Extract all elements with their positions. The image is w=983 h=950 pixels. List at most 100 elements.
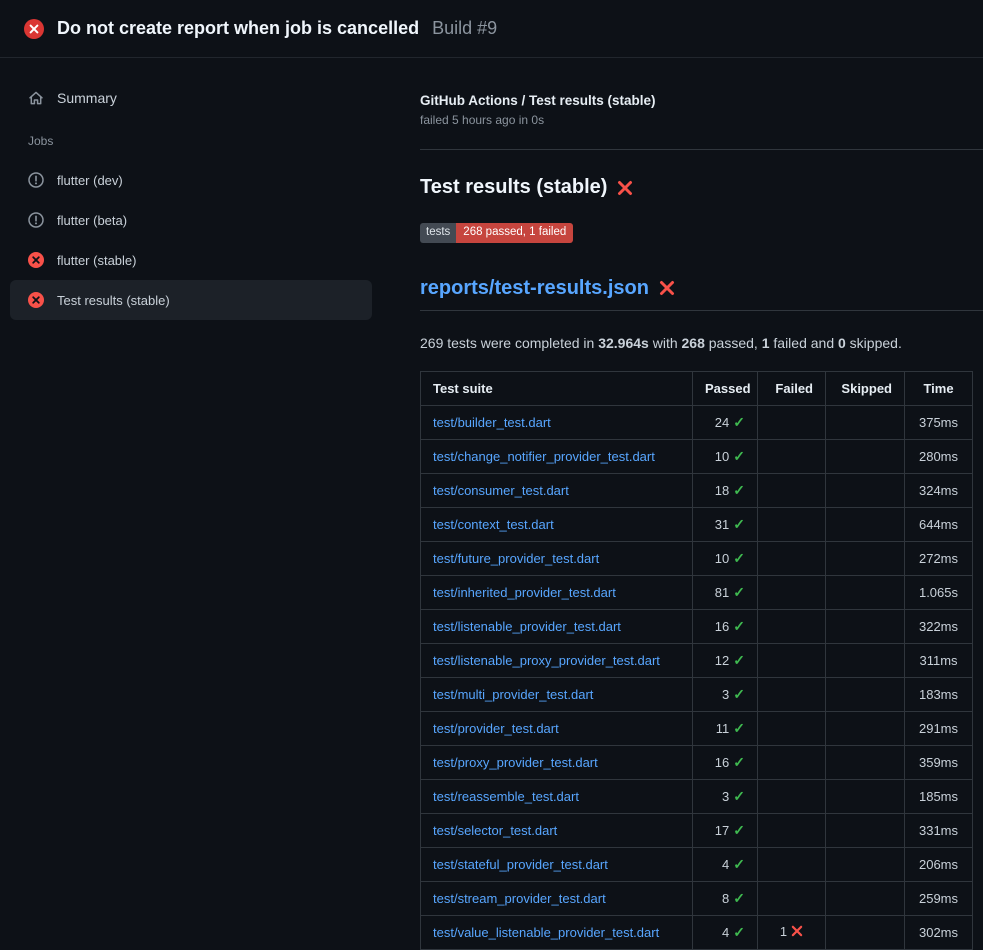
- page-content: Summary Jobs flutter (dev) flutter (beta…: [0, 58, 983, 950]
- suite-link[interactable]: test/context_test.dart: [433, 517, 554, 532]
- failed-cell: [758, 541, 826, 575]
- suite-link[interactable]: test/value_listenable_provider_test.dart: [433, 925, 659, 940]
- skipped-cell: [826, 915, 905, 949]
- suite-link[interactable]: test/builder_test.dart: [433, 415, 551, 430]
- skipped-cell: [826, 779, 905, 813]
- suite-cell: test/provider_test.dart: [421, 711, 693, 745]
- skipped-cell: [826, 507, 905, 541]
- time-value: 185ms: [919, 789, 958, 804]
- failed-status-icon: [24, 19, 44, 39]
- sidebar-item-label: flutter (stable): [57, 253, 136, 268]
- table-row: test/change_notifier_provider_test.dart …: [421, 439, 973, 473]
- skipped-cell: [826, 643, 905, 677]
- suite-cell: test/inherited_provider_test.dart: [421, 575, 693, 609]
- time-value: 291ms: [919, 721, 958, 736]
- sidebar-item-flutter-stable[interactable]: flutter (stable): [10, 240, 372, 280]
- skipped-cell: [826, 711, 905, 745]
- passed-cell: 18✓: [693, 473, 758, 507]
- badge-label: tests: [420, 223, 456, 243]
- passed-count: 10: [715, 551, 729, 566]
- sidebar-item-flutter-dev[interactable]: flutter (dev): [10, 160, 372, 200]
- failed-cell: 1: [758, 915, 826, 949]
- table-row: test/inherited_provider_test.dart 81✓ 1.…: [421, 575, 973, 609]
- table-row: test/builder_test.dart 24✓ 375ms: [421, 405, 973, 439]
- run-header: Do not create report when job is cancell…: [0, 0, 983, 58]
- time-value: 359ms: [919, 755, 958, 770]
- time-cell: 311ms: [905, 643, 973, 677]
- fail-x-icon: [791, 925, 803, 940]
- pass-check-icon: ✓: [733, 788, 745, 804]
- pass-check-icon: ✓: [733, 550, 745, 566]
- suite-link[interactable]: test/consumer_test.dart: [433, 483, 569, 498]
- sidebar-item-flutter-beta[interactable]: flutter (beta): [10, 200, 372, 240]
- home-icon: [28, 90, 44, 106]
- sidebar-item-test-results-stable[interactable]: Test results (stable): [10, 280, 372, 320]
- table-row: test/stream_provider_test.dart 8✓ 259ms: [421, 881, 973, 915]
- suite-link[interactable]: test/future_provider_test.dart: [433, 551, 599, 566]
- report-title: reports/test-results.json: [420, 277, 983, 311]
- time-value: 206ms: [919, 857, 958, 872]
- table-row: test/listenable_provider_test.dart 16✓ 3…: [421, 609, 973, 643]
- pass-check-icon: ✓: [733, 652, 745, 668]
- failed-cell: [758, 643, 826, 677]
- suite-cell: test/value_listenable_provider_test.dart: [421, 915, 693, 949]
- failed-cell: [758, 575, 826, 609]
- passed-cell: 8✓: [693, 881, 758, 915]
- failed-cell: [758, 779, 826, 813]
- main-panel: GitHub Actions / Test results (stable) f…: [382, 58, 983, 950]
- suite-cell: test/multi_provider_test.dart: [421, 677, 693, 711]
- passed-cell: 3✓: [693, 779, 758, 813]
- x-circle-icon: [28, 292, 44, 308]
- pass-check-icon: ✓: [733, 414, 745, 430]
- sidebar-item-summary[interactable]: Summary: [10, 80, 372, 116]
- suite-link[interactable]: test/listenable_proxy_provider_test.dart: [433, 653, 660, 668]
- suite-link[interactable]: test/inherited_provider_test.dart: [433, 585, 616, 600]
- passed-cell: 24✓: [693, 405, 758, 439]
- skipped-cell: [826, 881, 905, 915]
- passed-count: 16: [715, 619, 729, 634]
- failed-cell: [758, 405, 826, 439]
- table-header-row: Test suite Passed Failed Skipped Time: [421, 371, 973, 405]
- table-row: test/provider_test.dart 11✓ 291ms: [421, 711, 973, 745]
- passed-cell: 16✓: [693, 609, 758, 643]
- suite-cell: test/selector_test.dart: [421, 813, 693, 847]
- results-table-body: test/builder_test.dart 24✓ 375ms test/ch…: [421, 405, 973, 949]
- skipped-total: 0: [838, 335, 846, 351]
- time-cell: 206ms: [905, 847, 973, 881]
- passed-cell: 17✓: [693, 813, 758, 847]
- failed-x-icon: [659, 280, 675, 296]
- suite-link[interactable]: test/selector_test.dart: [433, 823, 557, 838]
- tests-badge: tests 268 passed, 1 failed: [420, 223, 573, 243]
- skipped-cell: [826, 439, 905, 473]
- pass-check-icon: ✓: [733, 720, 745, 736]
- suite-link[interactable]: test/change_notifier_provider_test.dart: [433, 449, 655, 464]
- passed-count: 4: [722, 925, 729, 940]
- sidebar-item-label: flutter (dev): [57, 173, 123, 188]
- table-row: test/listenable_proxy_provider_test.dart…: [421, 643, 973, 677]
- failed-cell: [758, 745, 826, 779]
- passed-cell: 12✓: [693, 643, 758, 677]
- suite-cell: test/proxy_provider_test.dart: [421, 745, 693, 779]
- table-row: test/stateful_provider_test.dart 4✓ 206m…: [421, 847, 973, 881]
- suite-link[interactable]: test/reassemble_test.dart: [433, 789, 579, 804]
- badge-value: 268 passed, 1 failed: [456, 223, 573, 243]
- skipped-cell: [826, 677, 905, 711]
- skipped-cell: [826, 609, 905, 643]
- table-row: test/proxy_provider_test.dart 16✓ 359ms: [421, 745, 973, 779]
- failed-total: 1: [762, 335, 770, 351]
- table-row: test/consumer_test.dart 18✓ 324ms: [421, 473, 973, 507]
- suite-link[interactable]: test/stream_provider_test.dart: [433, 891, 606, 906]
- skipped-cell: [826, 745, 905, 779]
- time-cell: 359ms: [905, 745, 973, 779]
- suite-link[interactable]: test/proxy_provider_test.dart: [433, 755, 598, 770]
- suite-link[interactable]: test/multi_provider_test.dart: [433, 687, 593, 702]
- duration-value: 32.964s: [598, 335, 649, 351]
- suite-cell: test/listenable_proxy_provider_test.dart: [421, 643, 693, 677]
- suite-link[interactable]: test/listenable_provider_test.dart: [433, 619, 621, 634]
- time-value: 302ms: [919, 925, 958, 940]
- suite-link[interactable]: test/stateful_provider_test.dart: [433, 857, 608, 872]
- suite-link[interactable]: test/provider_test.dart: [433, 721, 559, 736]
- report-link[interactable]: reports/test-results.json: [420, 277, 649, 300]
- failed-cell: [758, 677, 826, 711]
- summary-line: 269 tests were completed in 32.964s with…: [420, 335, 983, 351]
